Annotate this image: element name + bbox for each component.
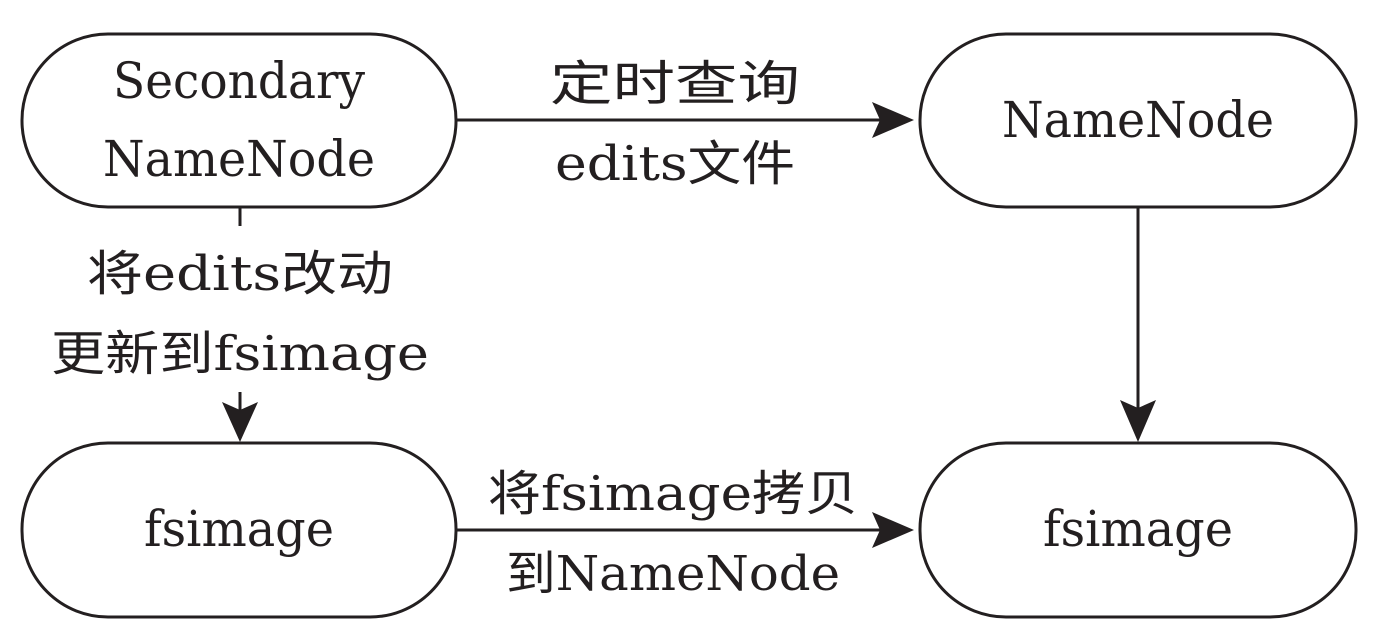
node-namenode-label: NameNode	[1002, 91, 1274, 149]
edge-namenode-to-fsimage	[1120, 207, 1156, 442]
edge-copy-fsimage-label-line2: 到NameNode	[506, 546, 840, 602]
edge-update-fsimage-label-line2: 更新到fsimage	[51, 326, 429, 382]
edge-query-edits-label-line2: edits文件	[555, 136, 795, 192]
node-secondary-namenode-label-line1: Secondary	[113, 52, 366, 110]
edge-update-fsimage	[40, 207, 440, 442]
node-secondary-namenode-label-line2: NameNode	[103, 130, 375, 188]
node-fsimage-left-label: fsimage	[144, 500, 334, 558]
edge-copy-fsimage-label-line1: 将fsimage拷贝	[488, 466, 858, 522]
edge-query-edits-label-line1: 定时查询	[550, 56, 800, 112]
node-fsimage-left: fsimage	[20, 441, 458, 619]
node-secondary-namenode: Secondary NameNode	[20, 32, 458, 209]
hdfs-checkpoint-diagram: Secondary NameNode NameNode fsimage fsim…	[20, 32, 1358, 619]
edge-update-fsimage-label-line1: 将edits改动	[87, 246, 393, 302]
node-namenode: NameNode	[918, 32, 1358, 209]
node-fsimage-right-label: fsimage	[1043, 500, 1233, 558]
node-fsimage-right: fsimage	[918, 441, 1358, 619]
